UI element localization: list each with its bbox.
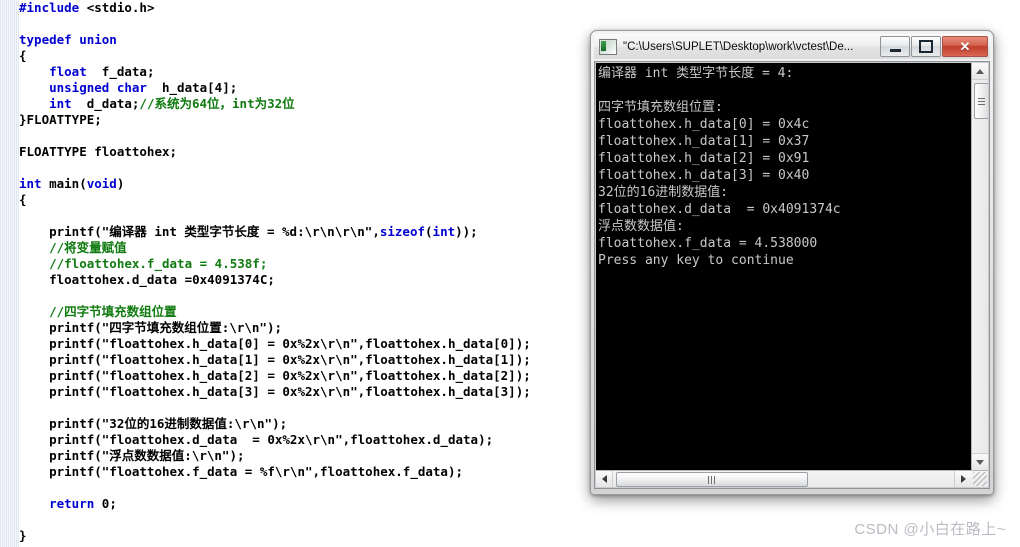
code-token: f_data; <box>86 64 155 79</box>
console-line: 编译器 int 类型字节长度 = 4: <box>598 66 794 81</box>
window-controls: ✕ <box>879 36 988 57</box>
console-output-area[interactable]: 编译器 int 类型字节长度 = 4: 四字节填充数组位置: floattohex… <box>596 63 988 487</box>
code-token: //floattohex.f_data = 4.538f; <box>19 256 268 271</box>
console-vertical-scrollbar[interactable] <box>971 63 988 470</box>
console-line: floattohex.h_data[1] = 0x37 <box>598 134 810 149</box>
code-token: d_data; <box>71 96 140 111</box>
scroll-down-button[interactable] <box>972 453 988 470</box>
code-token: void <box>86 176 117 191</box>
vertical-scroll-thumb[interactable] <box>974 83 988 119</box>
code-token: sizeof <box>379 224 426 239</box>
console-line: floattohex.d_data = 0x4091374c <box>598 202 841 217</box>
code-token: //四字节填充数组位置 <box>19 304 177 319</box>
code-token: FLOATTYPE floattohex; <box>19 144 178 159</box>
code-token: //将变量赋值 <box>19 240 127 255</box>
editor-gutter <box>0 0 19 547</box>
chevron-down-icon <box>976 459 984 465</box>
chevron-left-icon <box>601 475 607 483</box>
code-token: printf("四字节填充数组位置:\r\n"); <box>19 320 283 335</box>
grip-icon <box>978 97 985 105</box>
code-token: float <box>49 64 87 79</box>
code-token: )); <box>455 224 478 239</box>
minimize-button[interactable] <box>880 36 910 57</box>
code-line: #include <stdio.h> <box>19 0 1019 16</box>
code-token: int <box>49 96 72 111</box>
code-token: printf("floattohex.f_data = %f\r\n",floa… <box>19 464 464 479</box>
maximize-icon <box>919 40 933 53</box>
close-button[interactable]: ✕ <box>942 36 988 57</box>
console-window-title: "C:\Users\SUPLET\Desktop\work\vctest\De.… <box>623 40 854 53</box>
code-token: }FLOATTYPE; <box>19 112 102 127</box>
code-token: main( <box>41 176 87 191</box>
console-titlebar[interactable]: "C:\Users\SUPLET\Desktop\work\vctest\De.… <box>594 34 990 59</box>
code-token: return <box>49 496 95 511</box>
code-token: printf("浮点数数据值:\r\n"); <box>19 448 245 463</box>
code-token: floattohex.d_data =0x4091374C; <box>19 272 275 287</box>
code-token: } <box>19 528 27 543</box>
code-token: #include <box>19 0 87 15</box>
scroll-up-button[interactable] <box>972 63 988 80</box>
code-token: printf("floattohex.h_data[2] = 0x%2x\r\n… <box>19 368 531 383</box>
code-token: printf("floattohex.h_data[1] = 0x%2x\r\n… <box>19 352 531 367</box>
console-output-text: 编译器 int 类型字节长度 = 4: 四字节填充数组位置: floattohex… <box>598 65 970 269</box>
console-app-icon <box>599 38 617 55</box>
code-token: { <box>19 192 27 207</box>
maximize-button[interactable] <box>911 36 941 57</box>
code-token: typedef union <box>19 32 117 47</box>
minimize-icon <box>889 48 901 52</box>
code-token: ) <box>116 176 125 191</box>
code-token: int <box>19 176 42 191</box>
scroll-left-button[interactable] <box>596 471 613 487</box>
console-line: floattohex.h_data[2] = 0x91 <box>598 151 810 166</box>
console-window[interactable]: "C:\Users\SUPLET\Desktop\work\vctest\De.… <box>590 30 994 495</box>
code-token: <stdio.h> <box>86 0 155 15</box>
code-token: h_data[4]; <box>146 80 238 95</box>
code-token: 0; <box>94 496 117 511</box>
code-token: printf("32位的16进制数据值:\r\n"); <box>19 416 288 431</box>
chevron-up-icon <box>976 68 984 74</box>
close-icon: ✕ <box>959 39 971 54</box>
code-token: //系统为64位，int为32位 <box>139 96 295 111</box>
code-token: printf("floattohex.h_data[3] = 0x%2x\r\n… <box>19 384 531 399</box>
grip-icon <box>708 475 716 484</box>
chevron-right-icon <box>960 475 966 483</box>
code-token: int <box>432 224 456 239</box>
horizontal-scroll-thumb[interactable] <box>616 472 808 487</box>
code-token: { <box>19 48 27 63</box>
resize-grip-icon[interactable] <box>973 472 987 486</box>
console-line: 四字节填充数组位置: <box>598 100 723 115</box>
console-horizontal-scrollbar[interactable] <box>596 470 988 487</box>
code-token: printf("floattohex.h_data[0] = 0x%2x\r\n… <box>19 336 531 351</box>
code-line: return 0; <box>19 496 1019 512</box>
console-body-frame: 编译器 int 类型字节长度 = 4: 四字节填充数组位置: floattohex… <box>594 61 990 489</box>
console-line: 32位的16进制数据值: <box>598 185 729 200</box>
watermark-text: CSDN @小白在路上~ <box>854 521 1006 538</box>
scroll-right-button[interactable] <box>954 471 971 487</box>
console-line: floattohex.h_data[0] = 0x4c <box>598 117 810 132</box>
console-line: 浮点数数据值: <box>598 219 684 234</box>
code-token: printf("floattohex.d_data = 0x%2x\r\n",f… <box>19 432 494 447</box>
code-token: printf("编译器 int 类型字节长度 = %d:\r\n\r\n", <box>19 224 380 239</box>
code-token: ( <box>425 224 433 239</box>
console-line: Press any key to continue <box>598 253 794 268</box>
code-token: unsigned char <box>49 80 147 95</box>
console-line: floattohex.h_data[3] = 0x40 <box>598 168 810 183</box>
console-line: floattohex.f_data = 4.538000 <box>598 236 818 251</box>
